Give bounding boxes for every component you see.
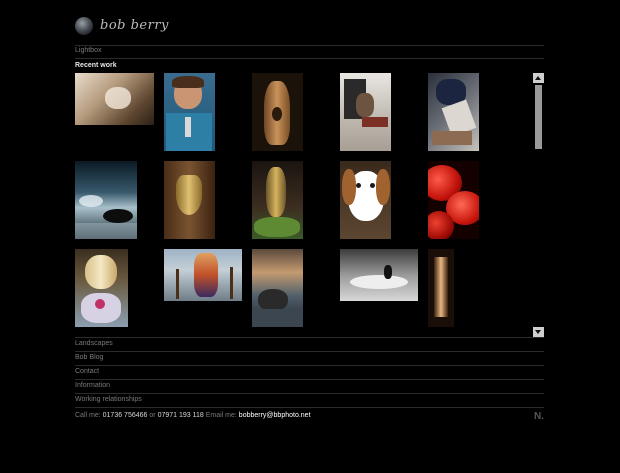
divider	[75, 379, 544, 380]
thumbnail-brass-door-hand[interactable]	[164, 161, 215, 239]
thumbnail-doorway-light[interactable]	[428, 249, 454, 327]
divider	[75, 351, 544, 352]
scrollbar-thumb[interactable]	[535, 85, 542, 149]
scroll-down-icon[interactable]	[533, 327, 544, 337]
divider	[75, 365, 544, 366]
divider	[75, 337, 544, 338]
phone-number-1: 01736 756466	[102, 412, 148, 419]
thumbnail-man-in-doorway[interactable]	[340, 73, 391, 151]
divider	[75, 45, 544, 46]
or-text: or	[149, 412, 156, 419]
scroll-up-icon[interactable]	[533, 73, 544, 83]
thumbnail-rocks-at-sunset[interactable]	[252, 249, 303, 327]
nav-contact[interactable]: Contact	[75, 368, 99, 375]
contact-footer: Call me: 01736 756466 or 07971 193 118 E…	[75, 412, 311, 419]
logo-mark	[75, 17, 93, 35]
logo-text: bob berry	[100, 18, 169, 33]
thumbnail-venice-mask[interactable]	[75, 249, 128, 327]
logo[interactable]: bob berry	[75, 17, 175, 37]
nav-recent-work[interactable]: Recent work	[75, 62, 117, 69]
thumbnail-boy-portrait[interactable]	[164, 73, 215, 151]
thumbnail-waves-on-rocks[interactable]	[75, 161, 137, 239]
divider	[75, 393, 544, 394]
call-label: Call me:	[75, 412, 101, 419]
email-link[interactable]: bobberry@bbphoto.net	[239, 412, 311, 419]
nav-lightbox[interactable]: Lightbox	[75, 47, 101, 54]
nav-landscapes[interactable]: Landscapes	[75, 340, 113, 347]
phone-number-2: 07971 193 118	[157, 412, 204, 419]
thumbnail-beagle[interactable]	[340, 161, 391, 239]
divider	[75, 407, 544, 408]
gallery-scrollbar[interactable]	[533, 73, 544, 337]
corner-mark: N.	[534, 411, 544, 422]
thumbnail-baby-reading[interactable]	[75, 73, 154, 125]
thumbnail-wooden-sculpture[interactable]	[252, 73, 303, 151]
thumbnail-wave-rider[interactable]	[340, 249, 418, 301]
thumbnail-brass-sculpture-salad[interactable]	[252, 161, 303, 239]
thumbnail-red-tomatoes[interactable]	[428, 161, 479, 239]
nav-information[interactable]: Information	[75, 382, 110, 389]
email-label: Email me:	[205, 412, 237, 419]
thumbnail-blue-sculpture[interactable]	[428, 73, 479, 151]
thumbnail-carnival-figure-venice[interactable]	[164, 249, 242, 301]
nav-bob-blog[interactable]: Bob Blog	[75, 354, 103, 361]
nav-working-relationships[interactable]: Working relationships	[75, 396, 142, 403]
divider	[75, 58, 544, 59]
